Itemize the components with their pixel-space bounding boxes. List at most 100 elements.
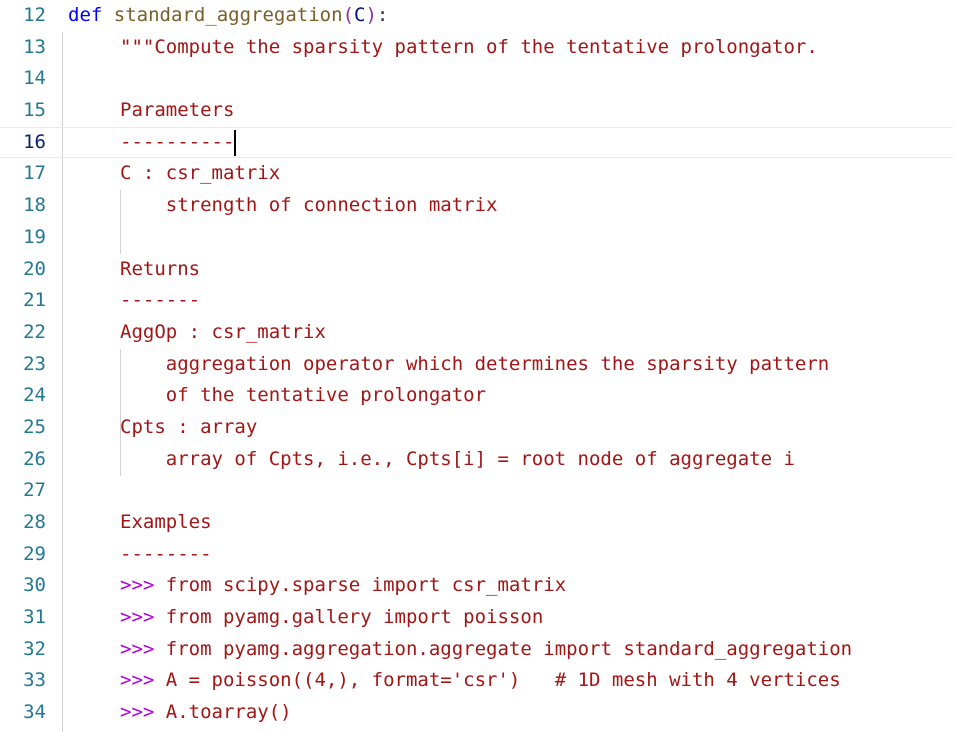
line-content[interactable]: >>> from scipy.sparse import csr_matrix bbox=[120, 570, 566, 602]
token-prompt: >>> bbox=[120, 701, 155, 724]
token-paren: ) bbox=[365, 4, 377, 26]
line-number: 17 bbox=[23, 162, 46, 185]
line-number: 23 bbox=[23, 352, 46, 375]
line-content[interactable]: >>> from pyamg.aggregation.aggregate imp… bbox=[120, 634, 852, 666]
line-number: 29 bbox=[23, 542, 46, 565]
token-string: from pyamg.gallery import poisson bbox=[154, 606, 544, 629]
line-number: 30 bbox=[23, 574, 46, 597]
line-content[interactable]: of the tentative prolongator bbox=[120, 380, 486, 412]
code-line[interactable]: 26 array of Cpts, i.e., Cpts[i] = root n… bbox=[0, 444, 953, 476]
code-line[interactable]: 25 Cpts : array bbox=[0, 412, 953, 444]
line-number: 34 bbox=[23, 701, 46, 724]
line-content[interactable]: Cpts : array bbox=[120, 412, 257, 444]
line-content[interactable]: >>> A.toarray() bbox=[120, 697, 292, 729]
line-number: 20 bbox=[23, 257, 46, 280]
line-content[interactable]: Returns bbox=[120, 254, 200, 286]
code-line[interactable]: 12 def standard_aggregation(C): bbox=[0, 0, 953, 32]
token-string: from scipy.sparse import csr_matrix bbox=[154, 574, 567, 597]
code-line[interactable]: 24 of the tentative prolongator bbox=[0, 380, 953, 412]
code-line[interactable]: 22 AggOp : csr_matrix bbox=[0, 317, 953, 349]
code-line[interactable]: 33 >>> A = poisson((4,), format='csr') # … bbox=[0, 665, 953, 697]
token-string: of the tentative prolongator bbox=[120, 384, 487, 407]
token-prompt: >>> bbox=[120, 669, 155, 692]
token-string: from pyamg.aggregation.aggregate import … bbox=[154, 637, 853, 660]
line-content[interactable]: >>> from pyamg.gallery import poisson bbox=[120, 602, 543, 634]
token-string: -------- bbox=[120, 542, 212, 565]
line-number: 25 bbox=[23, 415, 46, 438]
token-prompt: >>> bbox=[120, 606, 155, 629]
line-content[interactable]: C : csr_matrix bbox=[120, 158, 280, 190]
line-number: 27 bbox=[23, 479, 46, 502]
code-lines-container[interactable]: 12 def standard_aggregation(C): 13 """Compu… bbox=[0, 0, 953, 729]
line-content[interactable]: Examples bbox=[120, 507, 212, 539]
token-param: C bbox=[354, 4, 366, 26]
line-content[interactable]: """Compute the sparsity pattern of the t… bbox=[120, 32, 818, 64]
code-line[interactable]: 17 C : csr_matrix bbox=[0, 158, 953, 190]
token-string: A.toarray() bbox=[154, 701, 292, 724]
line-number: 15 bbox=[23, 99, 46, 122]
line-number: 13 bbox=[23, 35, 46, 58]
code-line[interactable]: 23 aggregation operator which determines… bbox=[0, 349, 953, 381]
token-keyword: def bbox=[68, 4, 103, 26]
token-string: Returns bbox=[120, 257, 201, 280]
line-number: 12 bbox=[23, 4, 46, 26]
code-line[interactable]: 21 ------- bbox=[0, 285, 953, 317]
code-line[interactable]: 30 >>> from scipy.sparse import csr_matri… bbox=[0, 570, 953, 602]
token-string: array of Cpts, i.e., Cpts[i] = root node… bbox=[120, 447, 795, 470]
line-number: 26 bbox=[23, 447, 46, 470]
token-prompt: >>> bbox=[120, 637, 155, 660]
token-string: """Compute the sparsity pattern of the t… bbox=[120, 35, 818, 58]
code-line[interactable]: 14 bbox=[0, 63, 953, 95]
code-line[interactable]: 13 """Compute the sparsity pattern of the… bbox=[0, 32, 953, 64]
token-string: Examples bbox=[120, 511, 212, 533]
code-line[interactable]: 31 >>> from pyamg.gallery import poisson bbox=[0, 602, 953, 634]
code-line[interactable]: 28 Examples bbox=[0, 507, 953, 539]
line-content[interactable]: ---------- bbox=[120, 127, 234, 159]
line-content[interactable]: def standard_aggregation(C): bbox=[68, 0, 388, 32]
line-content[interactable]: -------- bbox=[120, 539, 212, 571]
line-number: 19 bbox=[23, 225, 46, 248]
line-number: 33 bbox=[23, 669, 46, 692]
token-prompt: >>> bbox=[120, 574, 155, 597]
line-content[interactable]: >>> A = poisson((4,), format='csr') # 1D… bbox=[120, 665, 841, 697]
code-line[interactable]: 34 >>> A.toarray() bbox=[0, 697, 953, 729]
line-number: 28 bbox=[23, 511, 46, 533]
code-line[interactable]: 18 strength of connection matrix bbox=[0, 190, 953, 222]
token-string: A = poisson((4,), format='csr') # 1D mes… bbox=[154, 669, 841, 692]
token-string: Parameters bbox=[120, 99, 235, 122]
token-string: Cpts : array bbox=[120, 415, 258, 438]
token-string: ------- bbox=[120, 289, 201, 312]
code-line[interactable]: 32 >>> from pyamg.aggregation.aggregate i… bbox=[0, 634, 953, 666]
line-number: 32 bbox=[23, 637, 46, 660]
token-string: C : csr_matrix bbox=[120, 162, 281, 185]
code-line[interactable]: 19 bbox=[0, 222, 953, 254]
line-number: 18 bbox=[23, 194, 46, 217]
code-line[interactable]: 27 bbox=[0, 475, 953, 507]
line-number: 16 bbox=[23, 130, 46, 153]
line-content[interactable]: array of Cpts, i.e., Cpts[i] = root node… bbox=[120, 444, 795, 476]
token-plain: : bbox=[376, 4, 389, 26]
code-line[interactable]: 15 Parameters bbox=[0, 95, 953, 127]
line-content[interactable]: ------- bbox=[120, 285, 200, 317]
token-function: standard_aggregation bbox=[113, 4, 343, 26]
token-string: strength of connection matrix bbox=[120, 194, 498, 217]
code-editor[interactable]: 12 def standard_aggregation(C): 13 """Compu… bbox=[0, 0, 953, 732]
code-line[interactable]: 29 -------- bbox=[0, 539, 953, 571]
code-line[interactable]: 16 ---------- bbox=[0, 127, 953, 159]
line-content[interactable]: Parameters bbox=[120, 95, 234, 127]
token-paren: ( bbox=[342, 4, 355, 26]
line-content[interactable]: AggOp : csr_matrix bbox=[120, 317, 326, 349]
text-caret bbox=[234, 129, 237, 156]
token-string: ---------- bbox=[120, 130, 235, 153]
line-number: 24 bbox=[23, 384, 46, 407]
token-string: AggOp : csr_matrix bbox=[120, 320, 326, 343]
line-content[interactable]: aggregation operator which determines th… bbox=[120, 349, 829, 381]
line-number: 14 bbox=[23, 67, 46, 90]
line-number: 22 bbox=[23, 320, 46, 343]
code-line[interactable]: 20 Returns bbox=[0, 254, 953, 286]
line-content[interactable]: strength of connection matrix bbox=[120, 190, 498, 222]
token-string: aggregation operator which determines th… bbox=[120, 352, 830, 375]
line-number: 21 bbox=[23, 289, 46, 312]
line-number: 31 bbox=[23, 606, 46, 629]
